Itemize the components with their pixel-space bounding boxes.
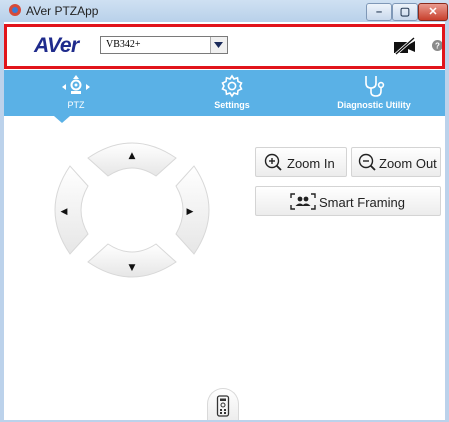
ptz-dpad: ▲ ▼ ◀ ▶ (54, 142, 210, 278)
minimize-button[interactable]: – (366, 3, 392, 21)
close-icon: ✕ (428, 6, 438, 18)
smart-framing-label: Smart Framing (319, 195, 405, 210)
tab-diagnostic-utility-label: Diagnostic Utility (337, 100, 411, 110)
pan-down-button[interactable]: ▼ (87, 243, 177, 278)
device-select[interactable]: VB342+ (100, 36, 228, 54)
app-icon (9, 4, 21, 16)
remote-control-icon (216, 395, 230, 417)
tab-ptz-label: PTZ (67, 100, 85, 110)
title-bar: AVer PTZApp – ▢ ✕ (0, 0, 449, 22)
svg-text:?: ? (435, 42, 440, 51)
active-tab-pointer (54, 116, 70, 123)
nav-bar: PTZ Settings Diagnostic Utility (4, 70, 445, 116)
remote-control-button[interactable] (207, 388, 239, 422)
stethoscope-icon (365, 76, 385, 97)
zoom-out-label: Zoom Out (379, 156, 437, 171)
ptz-icon (62, 75, 90, 94)
smart-framing-button[interactable]: Smart Framing (255, 186, 441, 216)
toolbar: AVer VB342+ ? (4, 22, 445, 68)
minimize-icon: – (375, 6, 383, 18)
smart-framing-icon (290, 193, 316, 210)
up-arrow-icon: ▲ (129, 151, 136, 161)
device-select-value: VB342+ (106, 39, 141, 50)
camera-off-icon[interactable] (392, 37, 418, 55)
pan-left-button[interactable]: ◀ (54, 165, 89, 255)
zoom-in-icon (264, 153, 282, 171)
zoom-in-label: Zoom In (287, 156, 335, 171)
tab-diagnostic-utility[interactable]: Diagnostic Utility (314, 70, 434, 116)
zoom-in-button[interactable]: Zoom In (255, 147, 347, 177)
tab-settings-label: Settings (214, 100, 250, 110)
right-arrow-icon: ▶ (187, 207, 194, 217)
pan-right-button[interactable]: ▶ (175, 165, 210, 255)
zoom-out-button[interactable]: Zoom Out (351, 147, 441, 177)
tab-settings[interactable]: Settings (192, 70, 272, 116)
left-arrow-icon: ◀ (61, 207, 68, 217)
maximize-icon: ▢ (399, 6, 411, 18)
help-icon[interactable]: ? (432, 40, 443, 51)
gear-icon (221, 74, 243, 98)
pan-up-button[interactable]: ▲ (87, 142, 177, 177)
chevron-down-icon[interactable] (210, 37, 227, 53)
aver-logo: AVer (34, 34, 79, 57)
down-arrow-icon: ▼ (129, 263, 136, 273)
window-title: AVer PTZApp (26, 4, 99, 18)
close-button[interactable]: ✕ (418, 3, 448, 21)
tab-ptz[interactable]: PTZ (36, 70, 116, 116)
maximize-button[interactable]: ▢ (392, 3, 418, 21)
zoom-out-icon (358, 153, 376, 171)
